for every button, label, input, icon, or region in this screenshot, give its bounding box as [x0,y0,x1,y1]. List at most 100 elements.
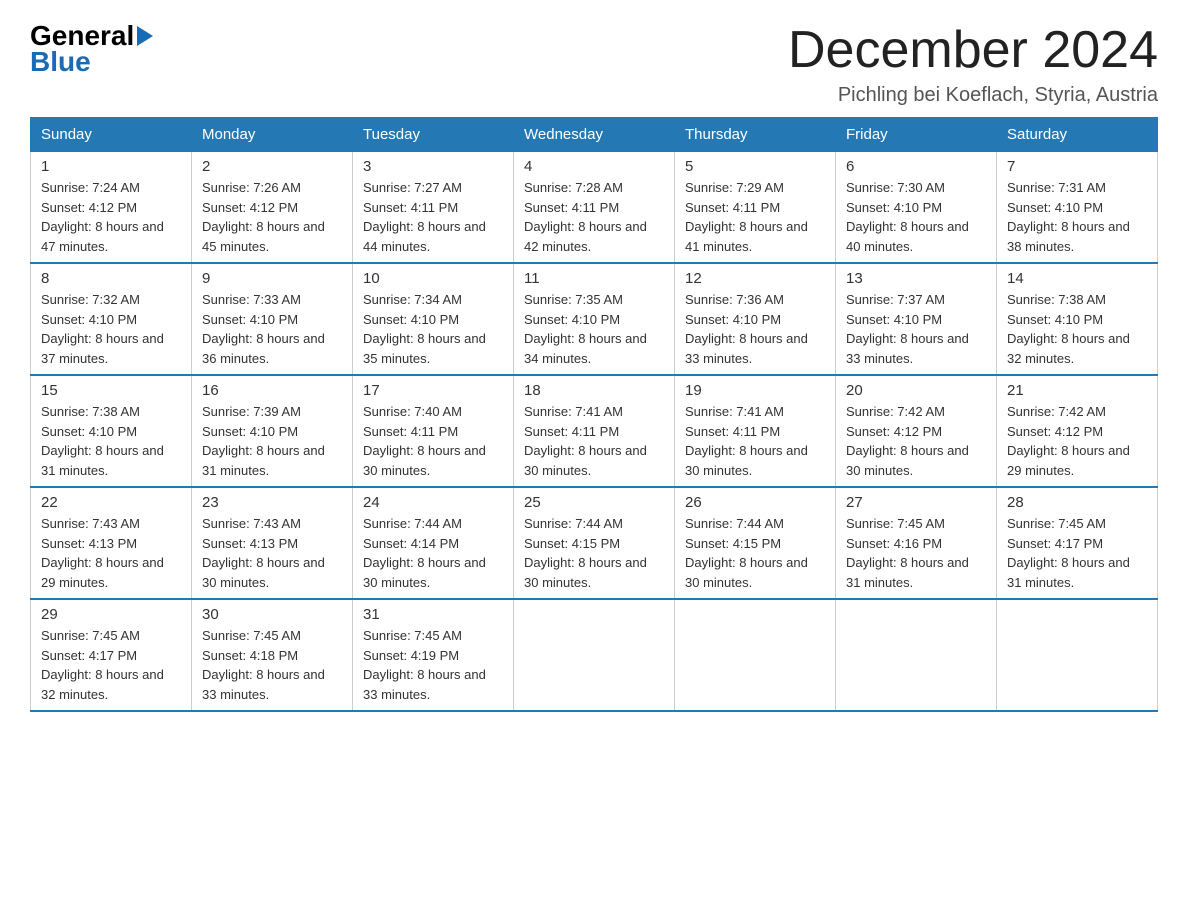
calendar-cell: 19 Sunrise: 7:41 AM Sunset: 4:11 PM Dayl… [675,375,836,487]
day-number: 15 [41,382,181,399]
day-number: 23 [202,494,342,511]
calendar-week-row: 15 Sunrise: 7:38 AM Sunset: 4:10 PM Dayl… [31,375,1158,487]
calendar-cell: 15 Sunrise: 7:38 AM Sunset: 4:10 PM Dayl… [31,375,192,487]
day-info: Sunrise: 7:43 AM Sunset: 4:13 PM Dayligh… [202,514,342,592]
day-info: Sunrise: 7:44 AM Sunset: 4:15 PM Dayligh… [524,514,664,592]
day-info: Sunrise: 7:45 AM Sunset: 4:19 PM Dayligh… [363,626,503,704]
day-info: Sunrise: 7:39 AM Sunset: 4:10 PM Dayligh… [202,402,342,480]
day-number: 10 [363,270,503,287]
day-info: Sunrise: 7:41 AM Sunset: 4:11 PM Dayligh… [524,402,664,480]
day-info: Sunrise: 7:28 AM Sunset: 4:11 PM Dayligh… [524,178,664,256]
calendar-header-friday: Friday [836,118,997,152]
day-number: 18 [524,382,664,399]
calendar-cell: 13 Sunrise: 7:37 AM Sunset: 4:10 PM Dayl… [836,263,997,375]
calendar-cell [997,599,1158,711]
day-number: 27 [846,494,986,511]
calendar-week-row: 29 Sunrise: 7:45 AM Sunset: 4:17 PM Dayl… [31,599,1158,711]
day-number: 6 [846,158,986,175]
day-info: Sunrise: 7:42 AM Sunset: 4:12 PM Dayligh… [846,402,986,480]
calendar-cell: 30 Sunrise: 7:45 AM Sunset: 4:18 PM Dayl… [192,599,353,711]
page-header: General Blue December 2024 Pichling bei … [30,20,1158,107]
day-number: 22 [41,494,181,511]
day-number: 3 [363,158,503,175]
day-info: Sunrise: 7:34 AM Sunset: 4:10 PM Dayligh… [363,290,503,368]
day-number: 19 [685,382,825,399]
day-number: 24 [363,494,503,511]
day-info: Sunrise: 7:37 AM Sunset: 4:10 PM Dayligh… [846,290,986,368]
day-number: 5 [685,158,825,175]
calendar-cell: 22 Sunrise: 7:43 AM Sunset: 4:13 PM Dayl… [31,487,192,599]
day-number: 11 [524,270,664,287]
day-number: 9 [202,270,342,287]
day-number: 25 [524,494,664,511]
logo: General Blue [30,20,153,78]
calendar-cell: 5 Sunrise: 7:29 AM Sunset: 4:11 PM Dayli… [675,152,836,264]
month-title: December 2024 [788,20,1158,80]
calendar-cell: 26 Sunrise: 7:44 AM Sunset: 4:15 PM Dayl… [675,487,836,599]
calendar-header-row: SundayMondayTuesdayWednesdayThursdayFrid… [31,118,1158,152]
day-number: 2 [202,158,342,175]
logo-blue-text: Blue [30,46,91,78]
calendar-header-monday: Monday [192,118,353,152]
day-info: Sunrise: 7:41 AM Sunset: 4:11 PM Dayligh… [685,402,825,480]
day-number: 21 [1007,382,1147,399]
calendar-cell: 9 Sunrise: 7:33 AM Sunset: 4:10 PM Dayli… [192,263,353,375]
calendar-header-thursday: Thursday [675,118,836,152]
calendar-header-sunday: Sunday [31,118,192,152]
calendar-cell: 8 Sunrise: 7:32 AM Sunset: 4:10 PM Dayli… [31,263,192,375]
day-info: Sunrise: 7:29 AM Sunset: 4:11 PM Dayligh… [685,178,825,256]
day-number: 16 [202,382,342,399]
calendar-cell: 24 Sunrise: 7:44 AM Sunset: 4:14 PM Dayl… [353,487,514,599]
calendar-cell: 29 Sunrise: 7:45 AM Sunset: 4:17 PM Dayl… [31,599,192,711]
calendar-cell: 3 Sunrise: 7:27 AM Sunset: 4:11 PM Dayli… [353,152,514,264]
calendar-table: SundayMondayTuesdayWednesdayThursdayFrid… [30,117,1158,712]
calendar-cell: 2 Sunrise: 7:26 AM Sunset: 4:12 PM Dayli… [192,152,353,264]
day-info: Sunrise: 7:44 AM Sunset: 4:15 PM Dayligh… [685,514,825,592]
day-info: Sunrise: 7:27 AM Sunset: 4:11 PM Dayligh… [363,178,503,256]
day-number: 14 [1007,270,1147,287]
calendar-cell: 6 Sunrise: 7:30 AM Sunset: 4:10 PM Dayli… [836,152,997,264]
day-info: Sunrise: 7:38 AM Sunset: 4:10 PM Dayligh… [1007,290,1147,368]
calendar-cell: 18 Sunrise: 7:41 AM Sunset: 4:11 PM Dayl… [514,375,675,487]
calendar-header-wednesday: Wednesday [514,118,675,152]
day-info: Sunrise: 7:31 AM Sunset: 4:10 PM Dayligh… [1007,178,1147,256]
calendar-cell: 20 Sunrise: 7:42 AM Sunset: 4:12 PM Dayl… [836,375,997,487]
day-info: Sunrise: 7:26 AM Sunset: 4:12 PM Dayligh… [202,178,342,256]
day-info: Sunrise: 7:36 AM Sunset: 4:10 PM Dayligh… [685,290,825,368]
day-info: Sunrise: 7:43 AM Sunset: 4:13 PM Dayligh… [41,514,181,592]
calendar-week-row: 1 Sunrise: 7:24 AM Sunset: 4:12 PM Dayli… [31,152,1158,264]
calendar-cell: 12 Sunrise: 7:36 AM Sunset: 4:10 PM Dayl… [675,263,836,375]
day-info: Sunrise: 7:33 AM Sunset: 4:10 PM Dayligh… [202,290,342,368]
day-number: 26 [685,494,825,511]
logo-arrow-icon [137,26,153,46]
title-block: December 2024 Pichling bei Koeflach, Sty… [788,20,1158,107]
calendar-cell: 17 Sunrise: 7:40 AM Sunset: 4:11 PM Dayl… [353,375,514,487]
day-info: Sunrise: 7:44 AM Sunset: 4:14 PM Dayligh… [363,514,503,592]
day-number: 13 [846,270,986,287]
calendar-cell [514,599,675,711]
day-info: Sunrise: 7:45 AM Sunset: 4:18 PM Dayligh… [202,626,342,704]
calendar-week-row: 8 Sunrise: 7:32 AM Sunset: 4:10 PM Dayli… [31,263,1158,375]
calendar-cell: 25 Sunrise: 7:44 AM Sunset: 4:15 PM Dayl… [514,487,675,599]
day-number: 20 [846,382,986,399]
day-info: Sunrise: 7:30 AM Sunset: 4:10 PM Dayligh… [846,178,986,256]
calendar-cell: 16 Sunrise: 7:39 AM Sunset: 4:10 PM Dayl… [192,375,353,487]
calendar-cell: 21 Sunrise: 7:42 AM Sunset: 4:12 PM Dayl… [997,375,1158,487]
day-info: Sunrise: 7:45 AM Sunset: 4:17 PM Dayligh… [1007,514,1147,592]
day-info: Sunrise: 7:35 AM Sunset: 4:10 PM Dayligh… [524,290,664,368]
day-number: 28 [1007,494,1147,511]
location-title: Pichling bei Koeflach, Styria, Austria [788,84,1158,107]
calendar-cell: 7 Sunrise: 7:31 AM Sunset: 4:10 PM Dayli… [997,152,1158,264]
calendar-cell: 10 Sunrise: 7:34 AM Sunset: 4:10 PM Dayl… [353,263,514,375]
calendar-cell: 1 Sunrise: 7:24 AM Sunset: 4:12 PM Dayli… [31,152,192,264]
calendar-cell: 4 Sunrise: 7:28 AM Sunset: 4:11 PM Dayli… [514,152,675,264]
calendar-cell: 28 Sunrise: 7:45 AM Sunset: 4:17 PM Dayl… [997,487,1158,599]
day-number: 1 [41,158,181,175]
day-number: 12 [685,270,825,287]
day-number: 31 [363,606,503,623]
day-info: Sunrise: 7:42 AM Sunset: 4:12 PM Dayligh… [1007,402,1147,480]
calendar-cell: 14 Sunrise: 7:38 AM Sunset: 4:10 PM Dayl… [997,263,1158,375]
calendar-cell [836,599,997,711]
day-info: Sunrise: 7:24 AM Sunset: 4:12 PM Dayligh… [41,178,181,256]
day-number: 4 [524,158,664,175]
